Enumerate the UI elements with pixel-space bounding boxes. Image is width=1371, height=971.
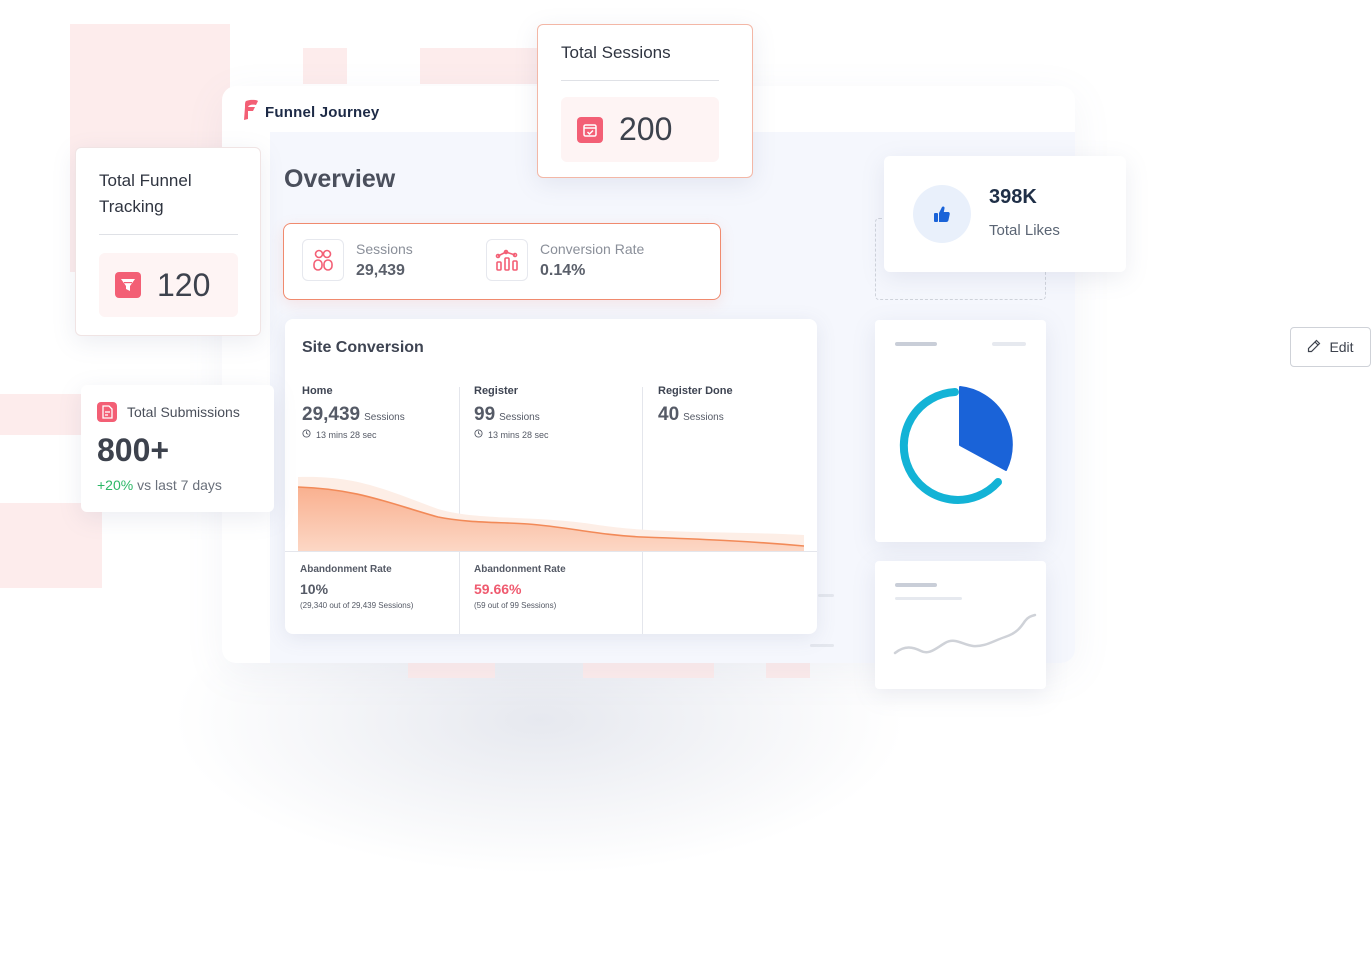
form-icon xyxy=(97,402,117,422)
change-suffix: vs last 7 days xyxy=(133,477,222,493)
edit-button[interactable]: Edit xyxy=(1290,327,1371,367)
pencil-icon xyxy=(1307,339,1321,356)
funnel-step-home[interactable]: Home 29,439 Sessions 13 mins 28 sec xyxy=(302,385,405,440)
placeholder-title-bar xyxy=(895,342,937,346)
step-time: 13 mins 28 sec xyxy=(316,429,377,440)
card-title: Total Submissions xyxy=(127,404,240,420)
deco-block xyxy=(420,48,540,84)
funnel-step-register[interactable]: Register 99 Sessions 13 mins 28 sec xyxy=(474,385,549,440)
deco-block xyxy=(583,663,714,678)
total-funnel-tracking-card[interactable]: Total Funnel Tracking 120 xyxy=(75,147,261,336)
brand-name: Funnel Journey xyxy=(265,104,380,121)
deco-block xyxy=(0,503,102,588)
abandonment-label: Abandonment Rate xyxy=(300,564,392,575)
site-conversion-card: Site Conversion Home 29,439 Sessions 13 m… xyxy=(285,319,817,634)
abandonment-label: Abandonment Rate xyxy=(474,564,566,575)
card-title: Total Funnel Tracking xyxy=(99,171,192,216)
abandonment-home: Abandonment Rate 10% (29,340 out of 29,4… xyxy=(300,564,413,610)
sessions-stat[interactable]: Sessions 29,439 xyxy=(302,239,413,281)
summary-stats-bar: Sessions 29,439 Conversion Rate 0.14% xyxy=(283,223,721,300)
placeholder-bar xyxy=(992,342,1026,346)
deco-block xyxy=(303,48,347,84)
sparkline-line xyxy=(893,613,1037,655)
brand-logo[interactable]: Funnel Journey xyxy=(243,99,379,126)
abandonment-value: 59.66% xyxy=(474,581,522,597)
abandonment-note: (59 out of 99 Sessions) xyxy=(474,601,557,610)
step-value: 99 xyxy=(474,404,496,425)
clock-icon xyxy=(302,429,311,440)
step-unit: Sessions xyxy=(499,412,540,423)
funnel-icon xyxy=(115,272,141,298)
pie-slice-segment xyxy=(959,386,1013,471)
funnel-step-register-done[interactable]: Register Done 40 Sessions xyxy=(658,385,733,426)
conversion-rate-label: Conversion Rate xyxy=(540,240,645,257)
line-chart-widget[interactable] xyxy=(875,561,1046,689)
step-value: 29,439 xyxy=(302,404,361,425)
sessions-label: Sessions xyxy=(356,240,413,257)
abandonment-value: 10% xyxy=(300,581,329,597)
likes-count: 398K xyxy=(989,186,1037,208)
funnel-count: 120 xyxy=(157,266,211,303)
thumbs-up-icon xyxy=(913,185,971,243)
pie-chart-widget[interactable] xyxy=(875,320,1046,542)
site-conversion-title: Site Conversion xyxy=(302,339,424,356)
sparkline-chart xyxy=(893,613,1037,655)
abandonment-register: Abandonment Rate 59.66% (59 out of 99 Se… xyxy=(474,564,566,610)
deco-block xyxy=(408,663,495,678)
step-unit: Sessions xyxy=(364,412,405,423)
edit-label: Edit xyxy=(1329,339,1354,355)
divider xyxy=(99,234,238,235)
value-box: 200 xyxy=(561,97,719,162)
step-value: 40 xyxy=(658,404,680,425)
abandonment-note: (29,340 out of 29,439 Sessions) xyxy=(300,601,414,610)
value-box: 120 xyxy=(99,253,238,317)
card-title: Total Sessions xyxy=(561,43,671,62)
step-name: Home xyxy=(302,385,333,397)
step-unit: Sessions xyxy=(683,412,724,423)
deco-block xyxy=(0,394,81,435)
step-time: 13 mins 28 sec xyxy=(488,429,549,440)
total-likes-card[interactable]: 398K Total Likes xyxy=(884,156,1126,272)
submissions-count: 800+ xyxy=(97,432,170,468)
funnel-journey-logo-icon xyxy=(243,99,259,126)
calendar-icon xyxy=(577,116,603,143)
deco-block xyxy=(766,663,810,678)
conversion-rate-stat[interactable]: Conversion Rate 0.14% xyxy=(486,239,644,281)
total-submissions-card[interactable]: Total Submissions 800+ +20% vs last 7 da… xyxy=(81,385,274,512)
bar-chart-icon xyxy=(486,239,528,281)
sessions-count: 200 xyxy=(619,111,673,147)
placeholder-line xyxy=(810,644,834,647)
change-value: +20% xyxy=(97,477,134,493)
divider xyxy=(561,80,719,81)
sessions-value: 29,439 xyxy=(356,261,405,279)
placeholder-line xyxy=(818,594,834,597)
placeholder-subtitle-bar xyxy=(895,597,962,600)
funnel-area-chart xyxy=(298,476,804,551)
pie-chart xyxy=(899,386,1013,504)
clock-icon xyxy=(474,429,483,440)
conversion-rate-value: 0.14% xyxy=(540,261,586,279)
total-sessions-card[interactable]: Total Sessions 200 xyxy=(537,24,753,178)
submissions-change: +20% vs last 7 days xyxy=(97,477,222,493)
users-icon xyxy=(302,239,344,281)
likes-label: Total Likes xyxy=(989,222,1060,239)
placeholder-title-bar xyxy=(895,583,937,587)
page-title: Overview xyxy=(284,165,396,193)
step-name: Register xyxy=(474,385,519,397)
step-name: Register Done xyxy=(658,385,733,397)
